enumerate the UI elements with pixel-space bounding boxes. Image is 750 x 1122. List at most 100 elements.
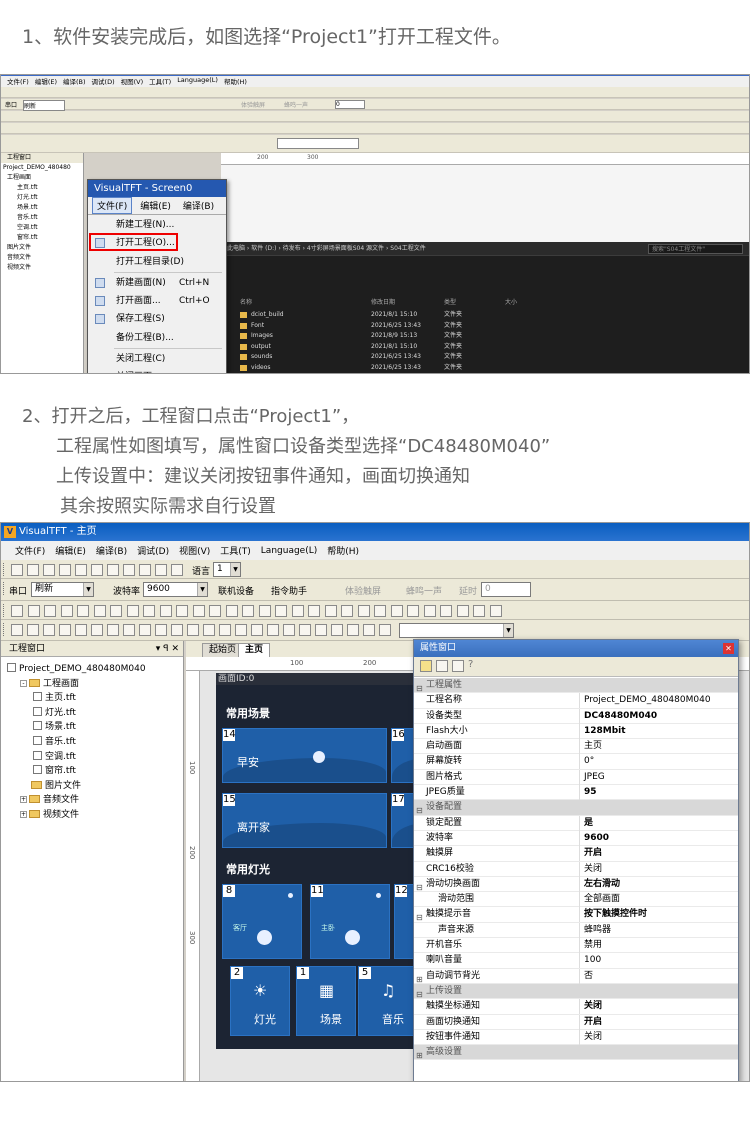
- menu-item[interactable]: 编译(B): [63, 76, 86, 87]
- tree-item[interactable]: 窗帘.tft: [1, 764, 183, 779]
- tree-item[interactable]: 空调.tft: [1, 223, 83, 233]
- tab-start-page[interactable]: 起始页: [202, 643, 244, 657]
- toolbar-button-icon[interactable]: [456, 605, 469, 617]
- tree-item[interactable]: 图片文件: [1, 779, 183, 794]
- tree-item[interactable]: 工程画面: [1, 173, 83, 183]
- toolbar-button-icon[interactable]: [91, 624, 103, 636]
- property-category[interactable]: ⊞ 高级设置: [414, 1045, 738, 1063]
- toolbar-button-icon[interactable]: [423, 605, 436, 617]
- tree-item[interactable]: + 音频文件: [1, 793, 183, 808]
- menu-item[interactable]: 打开画面... Ctrl+O: [88, 292, 226, 310]
- cmd-helper-button[interactable]: 指令助手: [271, 584, 307, 597]
- file-row[interactable]: dciot_build 2021/8/1 15:10 文件夹: [221, 310, 749, 320]
- menu-item[interactable]: Language(L): [261, 546, 317, 556]
- property-row[interactable]: 触摸坐标通知 关闭: [414, 999, 738, 1015]
- menu-item[interactable]: 工具(T): [149, 76, 171, 87]
- property-value[interactable]: 0°: [579, 754, 738, 770]
- toolbar-button-icon[interactable]: [107, 624, 119, 636]
- menu-item[interactable]: 帮助(H): [224, 76, 247, 87]
- tree-item[interactable]: 灯光.tft: [1, 706, 183, 721]
- toolbar-button-icon[interactable]: [107, 564, 119, 576]
- property-value[interactable]: 主页: [579, 739, 738, 755]
- toolbar-button-icon[interactable]: [251, 624, 263, 636]
- toolbar-button-icon[interactable]: [75, 624, 87, 636]
- property-row[interactable]: Flash大小 128Mbit: [414, 723, 738, 740]
- property-value[interactable]: 是: [579, 815, 738, 831]
- property-row[interactable]: 开机音乐 禁用: [414, 938, 738, 954]
- toolbar-button-icon[interactable]: [11, 564, 23, 576]
- help-icon[interactable]: ?: [468, 659, 473, 670]
- toolbar-button-icon[interactable]: [308, 605, 320, 617]
- close-icon[interactable]: ✕: [723, 643, 734, 654]
- property-value[interactable]: 100: [579, 953, 738, 969]
- toolbar-button-icon[interactable]: [91, 564, 103, 576]
- toolbar-button-icon[interactable]: [242, 605, 254, 617]
- toolbar-button-icon[interactable]: [203, 624, 215, 636]
- menu-item[interactable]: 调试(D): [92, 76, 115, 87]
- tree-item[interactable]: 场景.tft: [1, 720, 183, 735]
- property-value[interactable]: 左右滑动: [579, 876, 738, 892]
- property-value[interactable]: 9600: [579, 830, 738, 846]
- property-row[interactable]: 滑动范围 全部画面: [414, 892, 738, 908]
- property-row[interactable]: ⊟ 触摸提示音 按下触摸控件时: [414, 907, 738, 923]
- property-row[interactable]: 屏幕旋转 0°: [414, 754, 738, 770]
- menu-item[interactable]: 编辑(E): [55, 544, 86, 557]
- categorized-icon[interactable]: [420, 660, 432, 672]
- tree-item[interactable]: 音乐.tft: [1, 213, 83, 223]
- tree-item[interactable]: 音乐.tft: [1, 735, 183, 750]
- property-row[interactable]: 锁定配置 是: [414, 815, 738, 831]
- property-category[interactable]: ⊟ 工程属性: [414, 678, 738, 694]
- device-screen[interactable]: 画面ID:0 常用场景 常用灯光 14 早安 16 15 离开家 17 8 客厅 11 主卧 12 2…: [216, 673, 454, 1049]
- toolbar-button-icon[interactable]: [139, 624, 151, 636]
- device-card[interactable]: 5 音乐 ♫: [358, 966, 418, 1036]
- col-size[interactable]: 大小: [505, 298, 517, 308]
- toolbar-button-icon[interactable]: [219, 624, 231, 636]
- property-row[interactable]: 设备类型 DC48480M040: [414, 708, 738, 724]
- toolbar-button-icon[interactable]: [235, 624, 247, 636]
- toolbar-button-icon[interactable]: [473, 605, 485, 617]
- menu-item[interactable]: 编辑(E): [35, 76, 57, 87]
- menu-item[interactable]: 视图(V): [121, 76, 144, 87]
- baud-combo[interactable]: 9600 ▼: [143, 582, 208, 597]
- file-row[interactable]: sounds 2021/6/25 13:43 文件夹: [221, 352, 749, 362]
- toolbar-button-icon[interactable]: [209, 605, 221, 617]
- toolbar-button-icon[interactable]: [93, 605, 106, 617]
- tree-item[interactable]: Project_DEMO_480480: [1, 163, 83, 173]
- file-row[interactable]: Font 2021/6/25 13:43 文件夹: [221, 321, 749, 331]
- toolbar-button-icon[interactable]: [27, 624, 39, 636]
- menu-item[interactable]: 保存工程(S): [88, 310, 226, 328]
- col-date[interactable]: 修改日期: [371, 298, 395, 308]
- toolbar-button-icon[interactable]: [27, 605, 40, 617]
- toolbar-button-icon[interactable]: [225, 605, 238, 617]
- toolbar-button-icon[interactable]: [363, 624, 375, 636]
- property-pages-icon[interactable]: [452, 660, 464, 672]
- property-value[interactable]: 蜂鸣器: [579, 922, 738, 938]
- toolbar-button-icon[interactable]: [275, 605, 287, 617]
- device-card[interactable]: 15 离开家: [222, 793, 387, 848]
- property-row[interactable]: 启动画面 主页: [414, 739, 738, 755]
- tree-item[interactable]: - 工程画面: [1, 677, 183, 692]
- explorer-search[interactable]: 搜索"S04工程文件": [648, 244, 743, 254]
- expand-icon[interactable]: ⊞: [416, 1048, 423, 1063]
- property-value[interactable]: 关闭: [579, 999, 738, 1015]
- col-name[interactable]: 名称: [240, 298, 252, 308]
- toolbar-button-icon[interactable]: [176, 605, 188, 617]
- menu-item[interactable]: 备份工程(B)...: [88, 329, 226, 347]
- property-value[interactable]: 按下触摸控件时: [579, 907, 738, 923]
- lang-combo[interactable]: 1 ▼: [213, 562, 241, 577]
- expand-icon[interactable]: +: [20, 810, 27, 818]
- menu-item[interactable]: 打开工程目录(D): [88, 253, 226, 271]
- menu-edit[interactable]: 编辑(E): [136, 198, 175, 213]
- toolbar-button-icon[interactable]: [407, 605, 419, 617]
- panel-controls[interactable]: ▾ ꟼ ✕: [156, 641, 179, 657]
- property-value[interactable]: 128Mbit: [579, 723, 738, 739]
- toolbar-button-icon[interactable]: [171, 564, 183, 576]
- menu-item[interactable]: Language(L): [177, 76, 218, 87]
- property-row[interactable]: ⊟ 滑动切换画面 左右滑动: [414, 876, 738, 893]
- col-type[interactable]: 类型: [444, 298, 456, 308]
- menu-item[interactable]: 新建画面(N) Ctrl+N: [88, 274, 226, 292]
- property-category[interactable]: ⊟ 上传设置: [414, 983, 738, 1000]
- toolbar-button-icon[interactable]: [126, 605, 139, 617]
- object-combo[interactable]: ▼: [399, 623, 514, 638]
- toolbar-button-icon[interactable]: [43, 624, 55, 636]
